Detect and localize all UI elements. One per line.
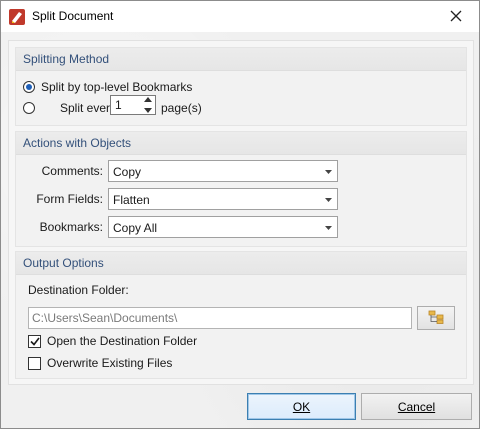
title-bar: Split Document bbox=[1, 1, 479, 32]
form-fields-label: Form Fields: bbox=[36, 192, 103, 206]
stepper-arrows[interactable] bbox=[142, 97, 154, 113]
window-title: Split Document bbox=[32, 9, 114, 23]
options-panel: Splitting Method Split by top-level Book… bbox=[8, 40, 474, 385]
chevron-down-icon bbox=[325, 198, 332, 202]
pdf-xchange-app-icon bbox=[8, 8, 26, 26]
dialog-body: Splitting Method Split by top-level Book… bbox=[1, 32, 479, 428]
bookmarks-select[interactable]: Copy All bbox=[108, 216, 338, 238]
actions-with-objects-header: Actions with Objects bbox=[16, 132, 466, 155]
split-every-value: 1 bbox=[115, 98, 122, 112]
folder-tree-icon bbox=[428, 310, 444, 327]
radio-selected-dot bbox=[26, 84, 32, 90]
close-icon bbox=[450, 10, 462, 25]
open-destination-checkbox[interactable] bbox=[28, 334, 41, 348]
pages-suffix-label: page(s) bbox=[161, 101, 202, 115]
bookmarks-label: Bookmarks: bbox=[39, 220, 103, 234]
overwrite-checkbox[interactable] bbox=[28, 356, 41, 370]
split-every-radio[interactable] bbox=[23, 102, 35, 114]
ok-label: OK bbox=[292, 399, 311, 414]
split-every-option[interactable] bbox=[23, 102, 35, 114]
chevron-down-icon bbox=[325, 226, 332, 230]
form-fields-select[interactable]: Flatten bbox=[108, 188, 338, 210]
comments-label: Comments: bbox=[41, 164, 103, 178]
chevron-down-icon bbox=[325, 170, 332, 174]
comments-select[interactable]: Copy bbox=[108, 160, 338, 182]
comments-value: Copy bbox=[113, 165, 142, 179]
overwrite-option[interactable]: Overwrite Existing Files bbox=[28, 356, 172, 370]
overwrite-label: Overwrite Existing Files bbox=[47, 356, 173, 370]
close-button[interactable] bbox=[439, 4, 473, 30]
open-destination-option[interactable]: Open the Destination Folder bbox=[28, 334, 197, 348]
form-fields-value: Flatten bbox=[113, 193, 150, 207]
split-by-bookmarks-radio[interactable] bbox=[23, 81, 35, 93]
checkmark-icon bbox=[29, 337, 40, 346]
stepper-up-icon[interactable] bbox=[144, 97, 152, 102]
cancel-button[interactable]: Cancel bbox=[361, 393, 472, 420]
output-options-header: Output Options bbox=[16, 252, 466, 275]
ok-button[interactable]: OK bbox=[247, 393, 356, 420]
destination-folder-input[interactable]: C:\Users\Sean\Documents\ bbox=[28, 307, 412, 329]
split-document-dialog: Split Document Splitting Method Split by… bbox=[0, 0, 480, 429]
cancel-label: Cancel bbox=[397, 399, 436, 414]
splitting-method-header: Splitting Method bbox=[16, 48, 466, 71]
destination-folder-label: Destination Folder: bbox=[28, 283, 129, 297]
split-every-pages-stepper[interactable]: 1 bbox=[110, 95, 156, 115]
split-by-bookmarks-label: Split by top-level Bookmarks bbox=[41, 80, 193, 94]
split-by-bookmarks-option[interactable]: Split by top-level Bookmarks bbox=[23, 80, 192, 94]
open-destination-label: Open the Destination Folder bbox=[47, 334, 198, 348]
stepper-down-icon[interactable] bbox=[144, 108, 152, 113]
bookmarks-value: Copy All bbox=[113, 221, 158, 235]
browse-folder-button[interactable] bbox=[417, 306, 455, 330]
split-every-label: Split every bbox=[60, 101, 117, 115]
